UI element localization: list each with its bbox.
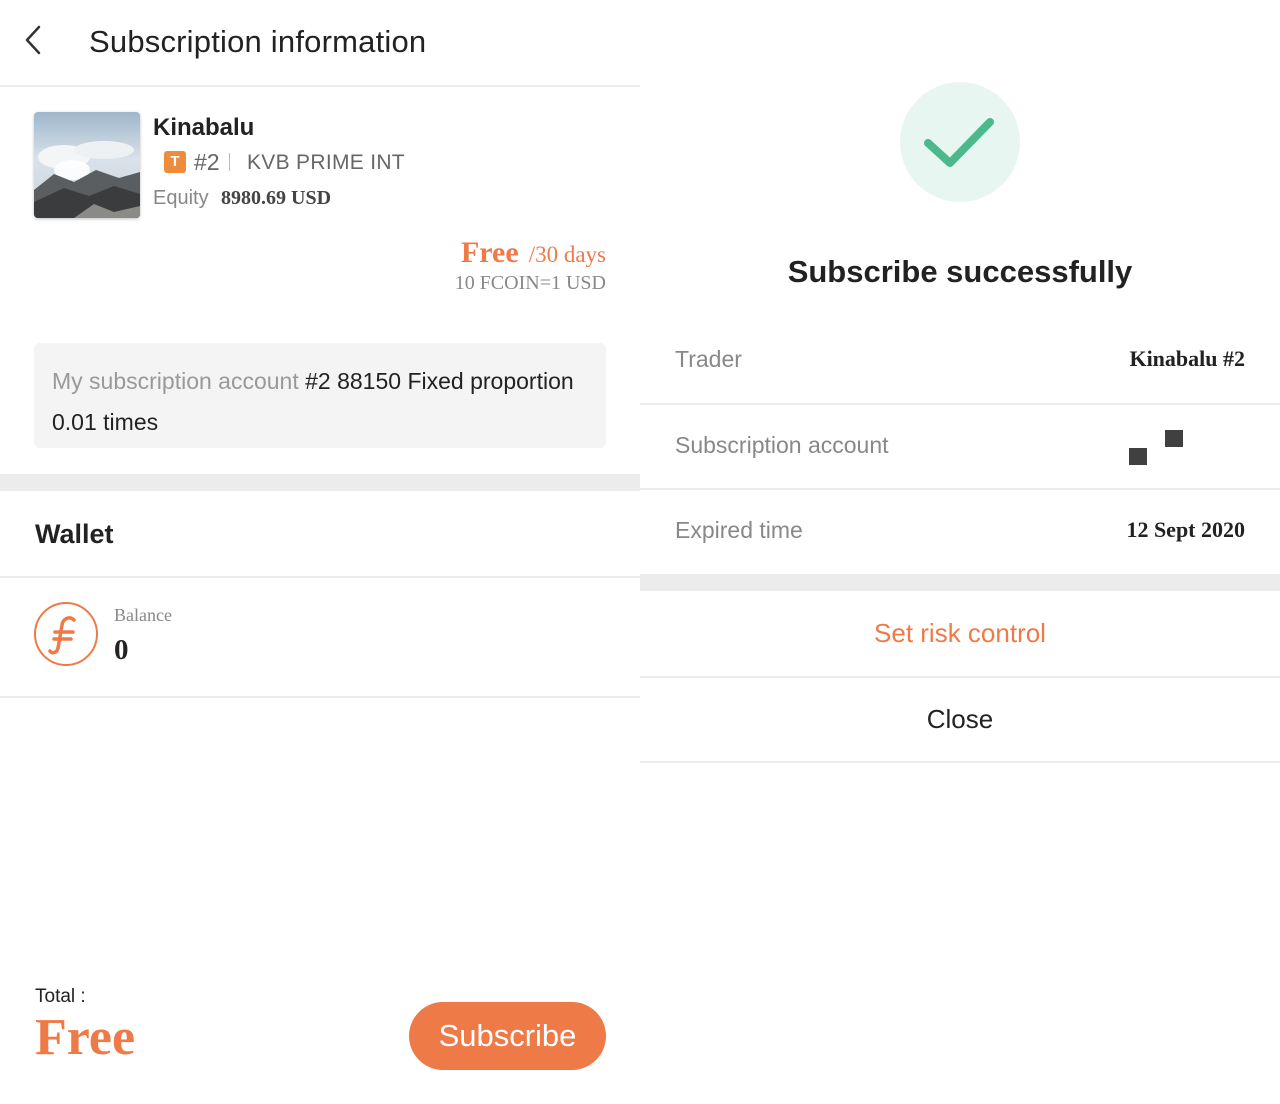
subscription-account-label: Subscription account xyxy=(675,432,889,458)
expired-time-label: Expired time xyxy=(675,517,803,543)
action-divider xyxy=(640,676,1280,678)
subscribe-button[interactable]: Subscribe xyxy=(409,1002,606,1070)
trader-label: Trader xyxy=(675,346,742,372)
total-label: Total : xyxy=(35,986,86,1007)
header-divider xyxy=(0,85,640,87)
fcoin-icon xyxy=(34,602,98,666)
section-divider xyxy=(640,574,1280,591)
close-button[interactable]: Close xyxy=(640,704,1280,735)
success-title: Subscribe successfully xyxy=(787,254,1133,289)
broker-name: KVB PRIME INT xyxy=(247,151,405,174)
page-title: Subscription information xyxy=(89,24,427,59)
separator xyxy=(229,153,230,171)
redaction-mark xyxy=(1129,448,1147,465)
price-period: /30 days xyxy=(528,242,606,267)
exchange-rate: 10 FCOIN=1 USD xyxy=(454,272,606,294)
account-label: My subscription account xyxy=(52,368,299,394)
trader-name: Kinabalu xyxy=(153,114,255,141)
trader-number: #2 xyxy=(194,149,220,175)
set-risk-control-button[interactable]: Set risk control xyxy=(640,618,1280,649)
trader-value: Kinabalu #2 xyxy=(1129,346,1245,371)
subscription-account-box: My subscription account #2 88150 Fixed p… xyxy=(34,343,606,448)
subscription-info-panel: Subscription information Kinabalu T #2 K… xyxy=(0,0,640,1104)
action-divider xyxy=(640,761,1280,763)
equity-value: 8980.69 USD xyxy=(221,187,332,209)
wallet-title: Wallet xyxy=(35,519,114,549)
balance-value: 0 xyxy=(114,634,129,666)
redaction-mark xyxy=(1165,430,1183,447)
section-divider xyxy=(0,474,640,491)
trader-row: Trader Kinabalu #2 xyxy=(640,318,1280,403)
subscription-account-row: Subscription account xyxy=(640,404,1280,489)
balance-divider xyxy=(0,696,640,698)
total-value: Free xyxy=(35,1009,136,1066)
checkmark-icon xyxy=(900,82,1020,202)
wallet-divider xyxy=(0,576,640,578)
price: Free/30 days xyxy=(461,236,606,270)
expired-time-row: Expired time 12 Sept 2020 xyxy=(640,489,1280,574)
expired-time-value: 12 Sept 2020 xyxy=(1126,517,1245,542)
price-amount: Free xyxy=(460,236,519,269)
back-arrow-icon[interactable] xyxy=(22,22,46,58)
trader-type-badge: T xyxy=(164,151,186,173)
equity-label: Equity xyxy=(153,187,209,209)
trader-avatar xyxy=(34,112,140,218)
balance-label: Balance xyxy=(114,605,172,625)
subscribe-success-panel: Subscribe successfully Trader Kinabalu #… xyxy=(640,0,1280,1104)
